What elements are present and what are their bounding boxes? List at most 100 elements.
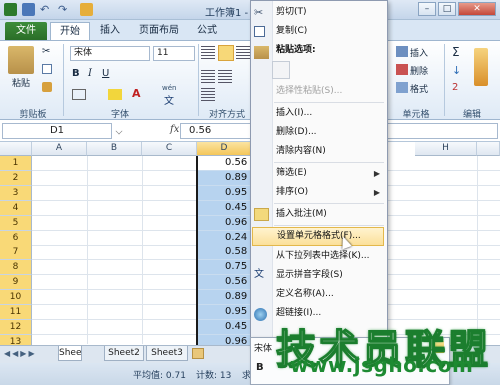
mini-font-select[interactable]: 宋体 — [254, 341, 272, 354]
insert-cells-button[interactable]: 插入 — [410, 46, 428, 59]
menu-item-clear[interactable]: 清除内容(N) — [272, 142, 384, 161]
cell-d[interactable]: 0.75 — [197, 260, 252, 275]
autosum-icon[interactable]: Σ — [452, 45, 460, 59]
paste-clipboard-icon[interactable] — [272, 61, 290, 79]
row-header[interactable]: 9 — [0, 275, 32, 290]
column-header-d[interactable]: D — [197, 142, 252, 156]
redo-icon[interactable]: ↷ — [58, 3, 71, 16]
cell-d[interactable]: 0.45 — [197, 201, 252, 216]
cell-d[interactable]: 0.95 — [197, 186, 252, 201]
row-header[interactable]: 8 — [0, 260, 32, 275]
cell-d[interactable]: 0.56 — [197, 156, 252, 171]
menu-item-define-name[interactable]: 定义名称(A)... — [272, 285, 384, 304]
minimize-icon[interactable]: – — [418, 2, 436, 16]
menu-item-insert[interactable]: 插入(I)... — [272, 104, 384, 123]
tab-file[interactable]: 文件 — [5, 22, 47, 40]
row-header[interactable]: 4 — [0, 201, 32, 216]
save-icon[interactable] — [22, 3, 35, 16]
row-header[interactable]: 7 — [0, 245, 32, 260]
font-size-select[interactable]: 11 — [153, 46, 195, 61]
row-header[interactable]: 5 — [0, 216, 32, 231]
mini-bold-button[interactable]: B — [256, 362, 264, 373]
row-header[interactable]: 12 — [0, 320, 32, 335]
insert-function-icon[interactable]: fx — [170, 124, 179, 135]
row-header[interactable]: 6 — [0, 231, 32, 246]
cell-d[interactable]: 0.95 — [197, 305, 252, 320]
menu-item-insert-comment[interactable]: 插入批注(M) — [272, 205, 384, 224]
row-header[interactable]: 2 — [0, 171, 32, 186]
cell-d[interactable]: 0.96 — [197, 216, 252, 231]
align-center-icon[interactable] — [218, 70, 232, 83]
clear-icon[interactable]: 2 — [452, 82, 458, 93]
folder-icon[interactable] — [80, 3, 93, 16]
format-painter-icon[interactable] — [42, 82, 52, 92]
menu-item-delete[interactable]: 删除(D)... — [272, 123, 384, 142]
cell-d[interactable]: 0.24 — [197, 231, 252, 246]
indent-icon[interactable] — [201, 88, 215, 101]
column-header-a[interactable]: A — [32, 142, 87, 156]
sheet-tab-1[interactable]: Shee — [58, 346, 82, 361]
row-header[interactable]: 1 — [0, 156, 32, 171]
insert-cells-icon[interactable] — [396, 46, 408, 57]
menu-item-copy[interactable]: 复制(C) — [272, 22, 384, 41]
status-count: 计数: 13 — [196, 371, 232, 381]
tab-home[interactable]: 开始 — [50, 22, 90, 40]
delete-cells-button[interactable]: 删除 — [410, 64, 428, 77]
font-name-select[interactable]: 宋体 — [70, 46, 150, 61]
format-button[interactable]: 格式 — [410, 82, 428, 95]
tab-page-layout[interactable]: 页面布局 — [134, 22, 184, 40]
delete-cells-icon[interactable] — [396, 64, 408, 75]
underline-button[interactable]: U — [102, 68, 109, 79]
cell-d[interactable]: 0.58 — [197, 245, 252, 260]
name-box[interactable]: D1 — [2, 123, 112, 139]
align-bottom-icon[interactable] — [236, 46, 250, 59]
close-icon[interactable]: ✕ — [458, 2, 496, 16]
tab-insert[interactable]: 插入 — [95, 22, 125, 40]
row-header[interactable]: 10 — [0, 290, 32, 305]
column-header-h[interactable]: H — [415, 142, 477, 156]
menu-item-format-cells[interactable]: 设置单元格格式(F)... — [252, 227, 384, 246]
align-left-icon[interactable] — [201, 70, 215, 83]
cell-d[interactable]: 0.56 — [197, 275, 252, 290]
menu-separator — [274, 102, 384, 103]
menu-item-sort[interactable]: 排序(O) ▶ — [272, 183, 384, 202]
bold-button[interactable]: B — [72, 68, 80, 79]
paste-icon[interactable] — [8, 46, 34, 74]
menu-item-filter[interactable]: 筛选(E) ▶ — [272, 164, 384, 183]
row-header[interactable]: 3 — [0, 186, 32, 201]
menu-item-phonetic[interactable]: 显示拼音字段(S) — [272, 266, 384, 285]
column-header-i[interactable] — [477, 142, 500, 156]
undo-icon[interactable]: ↶ — [40, 3, 53, 16]
column-header-b[interactable]: B — [87, 142, 142, 156]
fill-color-icon[interactable] — [108, 89, 122, 100]
menu-item-pick-list[interactable]: 从下拉列表中选择(K)... — [272, 247, 384, 266]
tab-formulas[interactable]: 公式 — [192, 22, 222, 40]
phonetic-button[interactable]: 文 — [164, 92, 174, 107]
group-align-label: 对齐方式 — [208, 110, 245, 120]
menu-item-paste-special[interactable]: 选择性粘贴(S)... — [272, 82, 384, 101]
select-all-corner[interactable] — [0, 142, 32, 156]
align-top-icon[interactable] — [201, 46, 215, 59]
hyperlink-icon — [254, 308, 267, 321]
new-sheet-icon[interactable] — [192, 348, 204, 359]
copy-icon[interactable] — [42, 64, 52, 74]
font-color-icon[interactable]: A — [132, 87, 141, 100]
sort-filter-icon[interactable] — [474, 48, 488, 86]
cell-d[interactable]: 0.89 — [197, 290, 252, 305]
row-header[interactable]: 11 — [0, 305, 32, 320]
maximize-icon[interactable]: □ — [438, 2, 456, 16]
sheet-nav-icon[interactable]: ◀◀▶▶ — [4, 349, 37, 358]
paste-icon — [254, 46, 269, 59]
menu-item-cut[interactable]: 剪切(T) — [272, 3, 384, 22]
align-middle-icon[interactable] — [218, 45, 234, 61]
cell-d[interactable]: 0.89 — [197, 171, 252, 186]
cut-icon[interactable]: ✂ — [42, 46, 50, 57]
column-header-c[interactable]: C — [142, 142, 197, 156]
border-icon[interactable] — [72, 89, 86, 100]
sheet-tab-3[interactable]: Sheet3 — [146, 346, 188, 361]
fill-icon[interactable]: ↓ — [452, 64, 461, 77]
italic-button[interactable]: I — [88, 68, 92, 79]
format-cells-icon[interactable] — [396, 82, 408, 93]
sheet-tab-2[interactable]: Sheet2 — [104, 346, 144, 361]
cell-d[interactable]: 0.45 — [197, 320, 252, 335]
